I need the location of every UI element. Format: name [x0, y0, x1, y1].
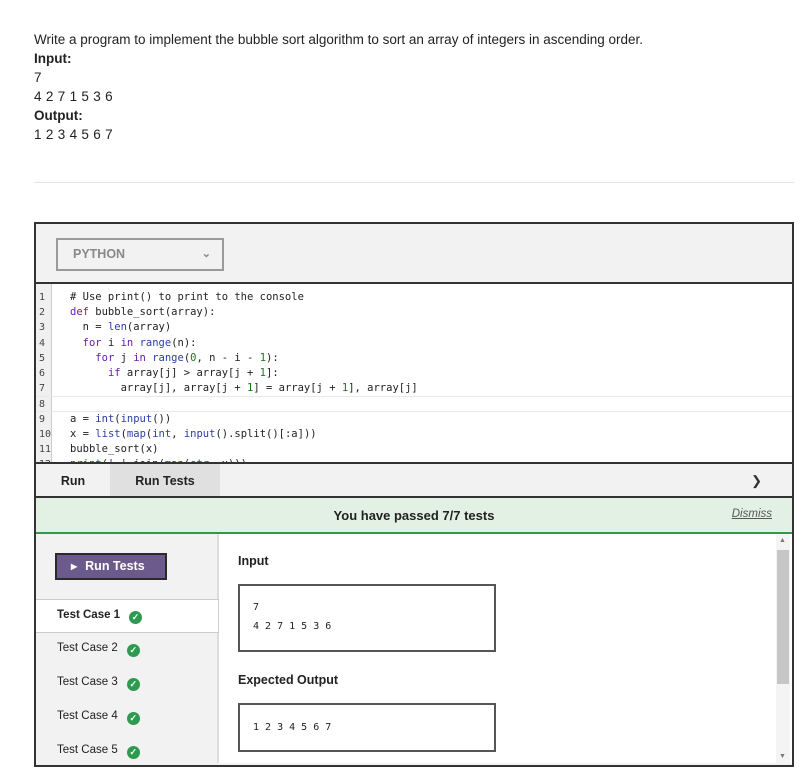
test-case-label: Test Case 4 — [57, 710, 118, 722]
status-message: You have passed 7/7 tests — [333, 508, 495, 523]
code-line: 3 n = len(array) — [36, 320, 792, 335]
chevron-down-icon[interactable]: ❯ — [751, 473, 762, 489]
code-text: def bubble_sort(array): — [70, 306, 216, 319]
check-circle-icon: ✓ — [129, 611, 143, 624]
test-panel: ▶ Run Tests Test Case 1 ✓ Test Case 2 ✓ Tes… — [36, 534, 792, 763]
expected-output-box: 1 2 3 4 5 6 7 — [238, 703, 496, 752]
dismiss-link[interactable]: Dismiss — [732, 508, 772, 520]
test-case-list: ▶ Run Tests Test Case 1 ✓ Test Case 2 ✓ Tes… — [36, 534, 219, 763]
test-input-line: 7 — [253, 602, 260, 613]
code-text: bubble_sort(x) — [70, 442, 159, 455]
test-case-label: Test Case 1 — [57, 609, 121, 621]
code-line: 5 for j in range(0, n - i - 1): — [36, 351, 792, 366]
run-tests-button-label: Run Tests — [85, 559, 145, 573]
run-tab-bar: Run Run Tests ❯ — [36, 464, 792, 498]
tab-run[interactable]: Run — [36, 464, 110, 496]
code-editor-panel: PYTHON ⌄ 1 # Use print() to print to the … — [34, 222, 794, 767]
line-number: 2 — [39, 307, 46, 319]
expected-output-title: Expected Output — [238, 673, 339, 687]
play-icon: ▶ — [71, 562, 78, 571]
test-case-item[interactable]: Test Case 5 ✓ — [36, 735, 219, 765]
line-number: 7 — [39, 383, 46, 395]
input-label: Input: — [34, 51, 72, 66]
code-text: x = list(map(int, input().split()[:a])) — [70, 427, 317, 440]
line-number: 9 — [39, 413, 46, 425]
code-text: array[j], array[j + 1] = array[j + 1], a… — [70, 382, 418, 395]
test-case-item[interactable]: Test Case 4 ✓ — [36, 701, 219, 735]
code-line: 12 print(' '.join(map(str, x))) — [36, 457, 792, 462]
code-text: a = int(input()) — [70, 412, 172, 425]
code-line: 1 # Use print() to print to the console — [36, 290, 792, 305]
scroll-down-icon[interactable]: ▼ — [779, 753, 786, 760]
run-tests-button[interactable]: ▶ Run Tests — [55, 553, 167, 580]
code-line: 7 array[j], array[j + 1] = array[j + 1],… — [36, 381, 792, 396]
language-select-value: PYTHON — [73, 247, 126, 261]
scrollbar[interactable]: ▲ ▼ — [776, 534, 790, 763]
code-line: 6 if array[j] > array[j + 1]: — [36, 366, 792, 381]
test-case-label: Test Case 3 — [57, 676, 118, 688]
problem-output-line: 1 2 3 4 5 6 7 — [34, 127, 113, 142]
problem-input-line: 4 2 7 1 5 3 6 — [34, 89, 113, 104]
code-text: print(' '.join(map(str, x))) — [70, 457, 247, 462]
line-number: 8 — [39, 399, 46, 411]
test-case-detail: Input 7 4 2 7 1 5 3 6 Expected Output 1 … — [221, 534, 792, 763]
check-circle-icon: ✓ — [126, 678, 140, 691]
code-text: if array[j] > array[j + 1]: — [107, 366, 279, 379]
code-line: 11 bubble_sort(x) — [36, 442, 792, 457]
code-editor[interactable]: 1 # Use print() to print to the console 2… — [36, 284, 792, 464]
code-line-active: 8 — [36, 396, 792, 412]
test-result-banner: You have passed 7/7 tests Dismiss — [36, 498, 792, 534]
test-input-line: 4 2 7 1 5 3 6 — [253, 621, 332, 632]
line-number: 10 — [39, 428, 52, 440]
input-section-title: Input — [238, 554, 269, 568]
divider — [34, 182, 794, 183]
test-input-box: 7 4 2 7 1 5 3 6 — [238, 584, 496, 652]
check-circle-icon: ✓ — [126, 644, 140, 657]
code-text: for i in range(n): — [82, 336, 197, 349]
code-text: # Use print() to print to the console — [70, 291, 304, 303]
problem-input-line: 7 — [34, 70, 42, 85]
test-case-label: Test Case 2 — [57, 642, 118, 654]
tab-run-tests[interactable]: Run Tests — [110, 464, 220, 496]
test-case-item[interactable]: Test Case 1 ✓ — [36, 599, 219, 633]
line-number: 5 — [39, 352, 46, 364]
check-circle-icon: ✓ — [126, 712, 140, 725]
line-number: 12 — [39, 457, 53, 462]
code-line: 9 a = int(input()) — [36, 412, 792, 427]
code-line: 10 x = list(map(int, input().split()[:a])… — [36, 427, 792, 442]
expected-output-line: 1 2 3 4 5 6 7 — [253, 722, 332, 733]
chevron-down-icon: ⌄ — [201, 248, 211, 260]
line-number: 4 — [39, 337, 46, 349]
test-case-label: Test Case 5 — [57, 744, 118, 756]
scroll-up-icon[interactable]: ▲ — [779, 537, 786, 544]
code-text: n = len(array) — [70, 321, 172, 334]
test-case-item[interactable]: Test Case 3 ✓ — [36, 667, 219, 701]
output-label: Output: — [34, 108, 83, 123]
check-circle-icon: ✓ — [126, 746, 140, 759]
line-number: 3 — [39, 322, 46, 334]
code-line: 2 def bubble_sort(array): — [36, 305, 792, 320]
code-line: 4 for i in range(n): — [36, 336, 792, 351]
language-bar: PYTHON ⌄ — [36, 224, 792, 284]
line-number: 11 — [39, 443, 52, 455]
problem-statement: Write a program to implement the bubble … — [34, 30, 794, 144]
line-number: 6 — [39, 367, 46, 379]
scroll-thumb[interactable] — [777, 550, 789, 684]
test-case-item[interactable]: Test Case 2 ✓ — [36, 633, 219, 667]
problem-description: Write a program to implement the bubble … — [34, 32, 644, 47]
code-text: for j in range(0, n - i - 1): — [95, 351, 279, 364]
line-number: 1 — [39, 292, 46, 303]
language-select[interactable]: PYTHON ⌄ — [56, 238, 224, 271]
